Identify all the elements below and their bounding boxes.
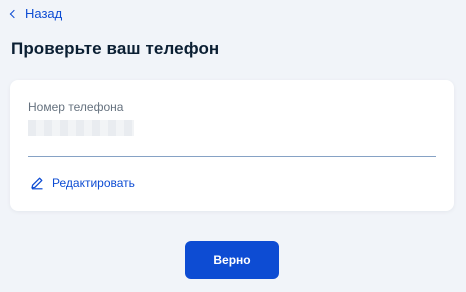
edit-link-label: Редактировать bbox=[52, 176, 135, 190]
edit-link[interactable]: Редактировать bbox=[30, 176, 135, 190]
page-title: Проверьте ваш телефон bbox=[11, 39, 220, 58]
back-link[interactable]: Назад bbox=[9, 4, 63, 22]
phone-card: Номер телефона Редактировать bbox=[10, 80, 454, 211]
confirm-button[interactable]: Верно bbox=[185, 241, 279, 279]
phone-field-label: Номер телефона bbox=[28, 100, 124, 114]
phone-field-underline bbox=[28, 156, 436, 157]
chevron-left-icon bbox=[9, 9, 19, 18]
back-link-label: Назад bbox=[25, 5, 63, 21]
phone-field-value bbox=[28, 120, 134, 136]
pencil-icon bbox=[31, 177, 43, 190]
